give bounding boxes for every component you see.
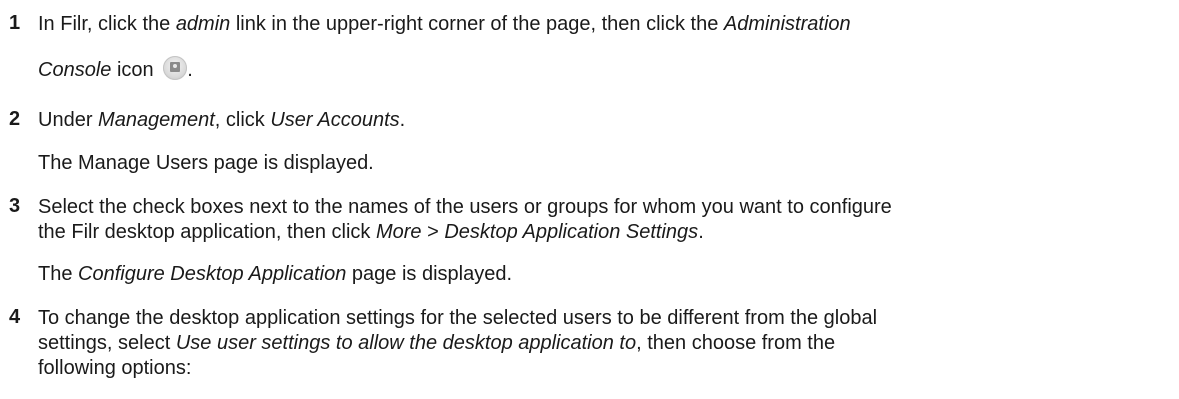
text: page is displayed. xyxy=(346,263,513,285)
administration-console-icon xyxy=(163,56,188,80)
text: the Filr desktop application, then click xyxy=(38,221,376,243)
text: Under xyxy=(38,109,99,131)
step-number: 2 xyxy=(9,108,21,130)
desktop-application-settings-ref: Desktop Application Settings xyxy=(444,221,699,243)
more-ref: More xyxy=(375,221,422,243)
administration-console-ref: Administration xyxy=(723,13,851,35)
text: link in the upper-right corner of the pa… xyxy=(230,13,724,35)
management-ref: Management xyxy=(98,109,215,131)
step-4-line-2: settings, select Use user settings to al… xyxy=(38,331,835,355)
text: . xyxy=(399,109,406,131)
step-4-line-3: following options: xyxy=(38,357,192,379)
text: . xyxy=(698,221,704,243)
document: 1 In Filr, click the admin link in the u… xyxy=(0,0,1179,399)
text: The xyxy=(38,263,79,285)
text: icon xyxy=(111,59,160,81)
console-ref: Console xyxy=(38,59,112,81)
text: . xyxy=(187,59,193,81)
text: > xyxy=(421,221,445,243)
step-3-line-1: Select the check boxes next to the names… xyxy=(38,196,892,218)
text: , click xyxy=(214,109,271,131)
step-2-result: The Manage Users page is displayed. xyxy=(38,152,374,174)
step-3-line-2: the Filr desktop application, then click… xyxy=(38,220,704,244)
user-accounts-ref: User Accounts xyxy=(270,109,400,131)
text: In Filr, click the xyxy=(38,13,176,35)
step-3-result: The Configure Desktop Application page i… xyxy=(38,262,512,286)
use-user-settings-ref: Use user settings to allow the desktop a… xyxy=(175,332,637,354)
text: settings, select xyxy=(38,332,176,354)
step-number: 3 xyxy=(9,195,21,217)
step-number: 4 xyxy=(9,306,21,328)
admin-link-ref: admin xyxy=(175,13,231,35)
step-2-line-1: Under Management, click User Accounts. xyxy=(38,108,405,132)
text: , then choose from the xyxy=(636,332,836,354)
step-number: 1 xyxy=(9,12,21,34)
step-1-line-1: In Filr, click the admin link in the upp… xyxy=(38,12,851,36)
step-1-line-2: Console icon . xyxy=(38,56,193,82)
step-4-line-1: To change the desktop application settin… xyxy=(38,307,878,329)
configure-desktop-application-ref: Configure Desktop Application xyxy=(78,263,347,285)
